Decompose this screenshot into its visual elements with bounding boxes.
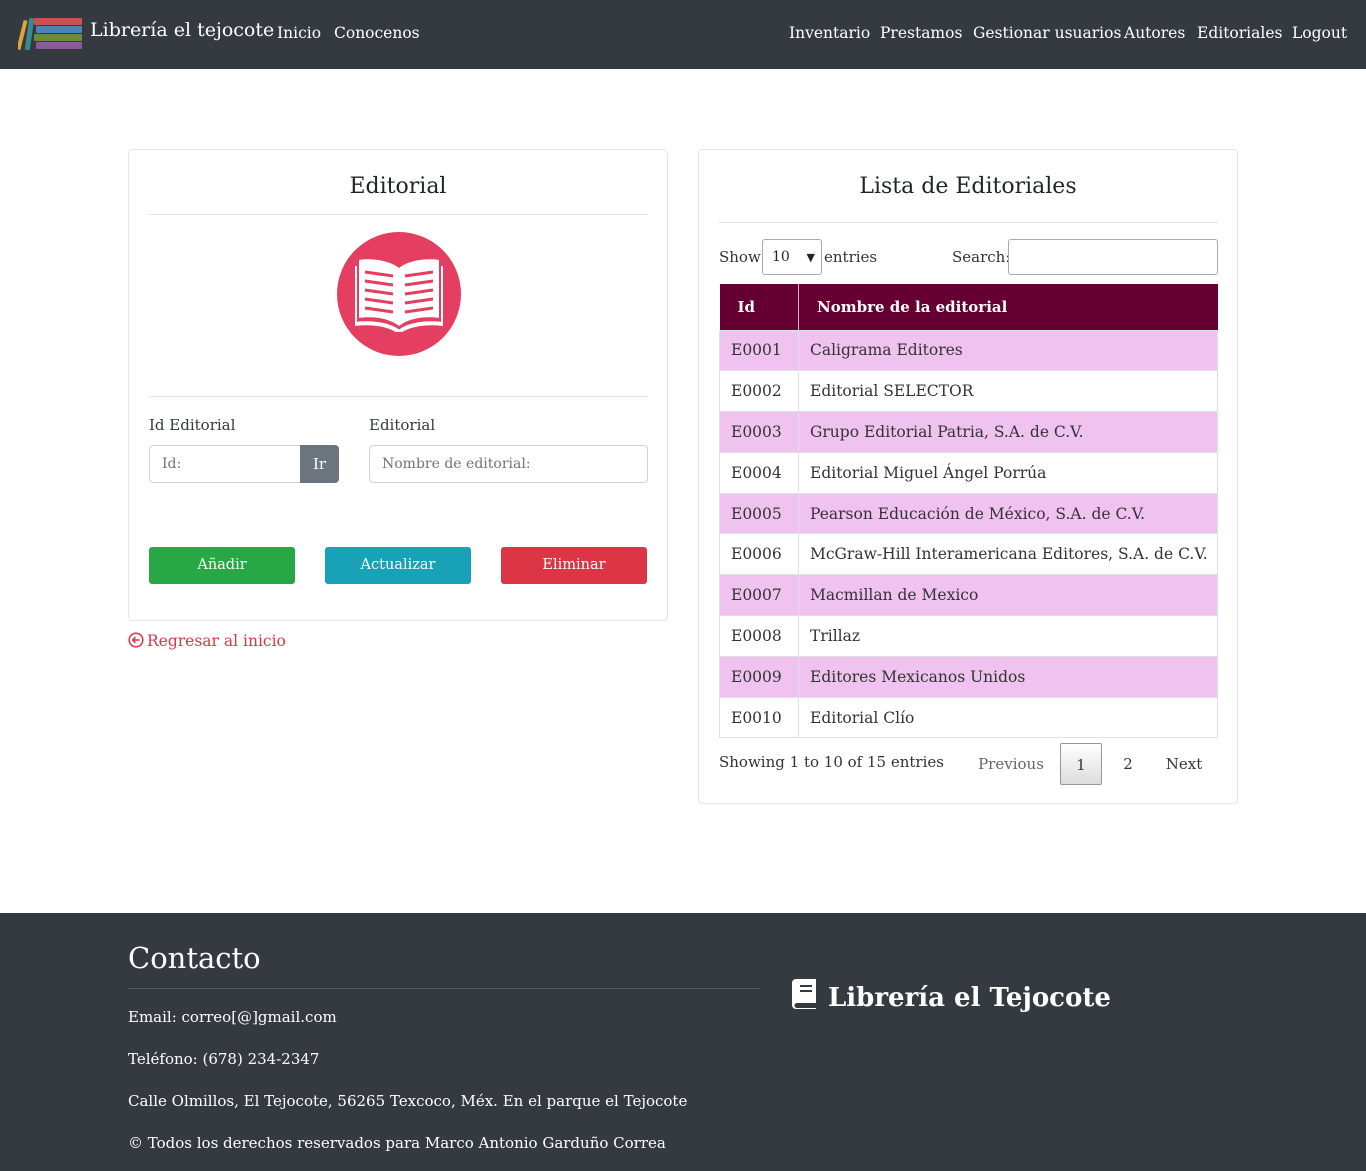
- cell-id: E0002: [719, 370, 799, 412]
- table-row[interactable]: E0002 Editorial SELECTOR: [719, 370, 1218, 412]
- list-title: Lista de Editoriales: [859, 174, 1077, 199]
- delete-button[interactable]: Eliminar: [501, 547, 647, 584]
- next-page-button[interactable]: Next: [1155, 743, 1213, 785]
- previous-page-button[interactable]: Previous: [971, 743, 1051, 785]
- brand-name[interactable]: Librería el tejocote: [90, 19, 274, 41]
- table-row[interactable]: E0005 Pearson Educación de México, S.A. d…: [719, 492, 1218, 534]
- cell-id: E0009: [719, 655, 799, 698]
- form-title: Editorial: [349, 174, 447, 199]
- table-row[interactable]: E0007 Macmillan de Mexico: [719, 574, 1218, 616]
- cell-id: E0010: [719, 696, 799, 739]
- nav-link-conocenos[interactable]: Conocenos: [334, 24, 420, 42]
- column-header-id[interactable]: Id: [719, 284, 799, 330]
- editorial-name-label: Editorial: [369, 416, 436, 434]
- cell-id: E0004: [719, 451, 799, 494]
- cell-name: Editorial SELECTOR: [798, 370, 1218, 412]
- editorial-form-card: Editorial Id Editorial Ir Editorial Añad…: [128, 149, 668, 621]
- nav-link-inventario[interactable]: Inventario: [789, 24, 870, 42]
- cell-name: Pearson Educación de México, S.A. de C.V…: [798, 492, 1218, 534]
- footer-title: Contacto: [128, 941, 261, 975]
- cell-name: Editores Mexicanos Unidos: [798, 655, 1218, 698]
- chevron-down-icon: ▼: [806, 251, 815, 264]
- cell-name: Grupo Editorial Patria, S.A. de C.V.: [798, 411, 1218, 453]
- add-button[interactable]: Añadir: [149, 547, 295, 584]
- update-button[interactable]: Actualizar: [325, 547, 471, 584]
- book-icon: [792, 979, 816, 1009]
- footer-address: Calle Olmillos, El Tejocote, 56265 Texco…: [128, 1092, 688, 1110]
- open-book-icon: [337, 232, 461, 356]
- entries-label: entries: [824, 248, 878, 266]
- search-label: Search:: [952, 248, 1011, 266]
- divider: [719, 222, 1218, 223]
- footer-phone: Teléfono: (678) 234-2347: [128, 1050, 320, 1068]
- search-input[interactable]: [1008, 239, 1218, 275]
- back-to-home-link[interactable]: Regresar al inicio: [128, 632, 286, 650]
- cell-name: Macmillan de Mexico: [798, 574, 1218, 616]
- footer-email: Email: correo[@]gmail.com: [128, 1008, 337, 1026]
- cell-id: E0001: [719, 329, 799, 371]
- footer: Contacto Email: correo[@]gmail.com Teléf…: [0, 913, 1366, 1171]
- back-link-label: Regresar al inicio: [147, 632, 286, 650]
- nav-link-inicio[interactable]: Inicio: [277, 24, 321, 42]
- table-row[interactable]: E0004 Editorial Miguel Ángel Porrúa: [719, 451, 1218, 494]
- editorial-table: Id Nombre de la editorial E0001 Caligrama…: [719, 284, 1218, 739]
- cell-id: E0008: [719, 615, 799, 657]
- column-header-name[interactable]: Nombre de la editorial: [798, 284, 1218, 330]
- nav-link-gestionar-usuarios[interactable]: Gestionar usuarios: [973, 24, 1121, 42]
- cell-id: E0007: [719, 574, 799, 616]
- id-input[interactable]: [149, 445, 301, 483]
- editorial-list-card: Lista de Editoriales Show 10 ▼ entries S…: [698, 149, 1238, 804]
- go-button[interactable]: Ir: [300, 445, 339, 483]
- page-1-button[interactable]: 1: [1060, 743, 1102, 785]
- nav-link-editoriales[interactable]: Editoriales: [1197, 24, 1282, 42]
- entries-value: 10: [772, 249, 790, 265]
- cell-id: E0003: [719, 411, 799, 453]
- table-row[interactable]: E0010 Editorial Clío: [719, 696, 1218, 739]
- top-navbar: Librería el tejocote Inicio Conocenos In…: [0, 0, 1366, 69]
- entries-select[interactable]: 10 ▼: [762, 239, 822, 275]
- arrow-circle-left-icon: [128, 632, 144, 648]
- cell-id: E0006: [719, 533, 799, 575]
- nav-link-logout[interactable]: Logout: [1292, 24, 1347, 42]
- books-logo-icon[interactable]: [18, 14, 84, 52]
- nav-link-autores[interactable]: Autores: [1124, 24, 1185, 42]
- table-row[interactable]: E0009 Editores Mexicanos Unidos: [719, 655, 1218, 698]
- page-2-button[interactable]: 2: [1107, 743, 1149, 785]
- footer-brand-label: Librería el Tejocote: [828, 983, 1111, 1013]
- table-row[interactable]: E0003 Grupo Editorial Patria, S.A. de C.V…: [719, 411, 1218, 453]
- cell-name: Editorial Miguel Ángel Porrúa: [798, 451, 1218, 494]
- nav-link-prestamos[interactable]: Prestamos: [880, 24, 962, 42]
- id-editorial-label: Id Editorial: [149, 416, 236, 434]
- table-row[interactable]: E0008 Trillaz: [719, 615, 1218, 657]
- table-header-row: Id Nombre de la editorial: [719, 284, 1218, 330]
- divider: [149, 396, 648, 397]
- cell-name: Caligrama Editores: [798, 329, 1218, 371]
- cell-id: E0005: [719, 492, 799, 534]
- show-label: Show: [719, 248, 761, 266]
- cell-name: Editorial Clío: [798, 696, 1218, 739]
- divider: [149, 214, 648, 215]
- table-row[interactable]: E0006 McGraw-Hill Interamericana Editores…: [719, 533, 1218, 575]
- footer-brand: Librería el Tejocote: [792, 979, 1111, 1013]
- footer-divider: [128, 988, 760, 989]
- cell-name: Trillaz: [798, 615, 1218, 657]
- table-row[interactable]: E0001 Caligrama Editores: [719, 329, 1218, 371]
- footer-copyright: © Todos los derechos reservados para Mar…: [128, 1134, 666, 1152]
- cell-name: McGraw-Hill Interamericana Editores, S.A…: [798, 533, 1218, 575]
- table-info: Showing 1 to 10 of 15 entries: [719, 753, 944, 771]
- editorial-name-input[interactable]: [369, 445, 648, 483]
